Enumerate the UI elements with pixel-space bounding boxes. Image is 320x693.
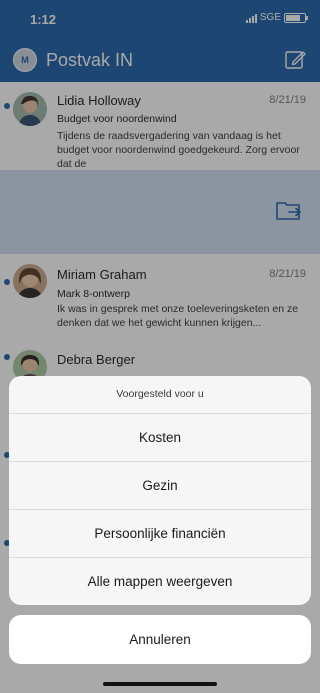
move-to-folder-sheet: Voorgesteld voor u Kosten Gezin Persoonl…	[9, 376, 311, 605]
folder-option-gezin[interactable]: Gezin	[9, 461, 311, 509]
folder-option-persoonlijke-financien[interactable]: Persoonlijke financiën	[9, 509, 311, 557]
cancel-button[interactable]: Annuleren	[9, 615, 311, 664]
folder-option-kosten[interactable]: Kosten	[9, 413, 311, 461]
sheet-title: Voorgesteld voor u	[116, 388, 204, 400]
show-all-folders-option[interactable]: Alle mappen weergeven	[9, 557, 311, 605]
home-indicator[interactable]	[103, 682, 217, 686]
